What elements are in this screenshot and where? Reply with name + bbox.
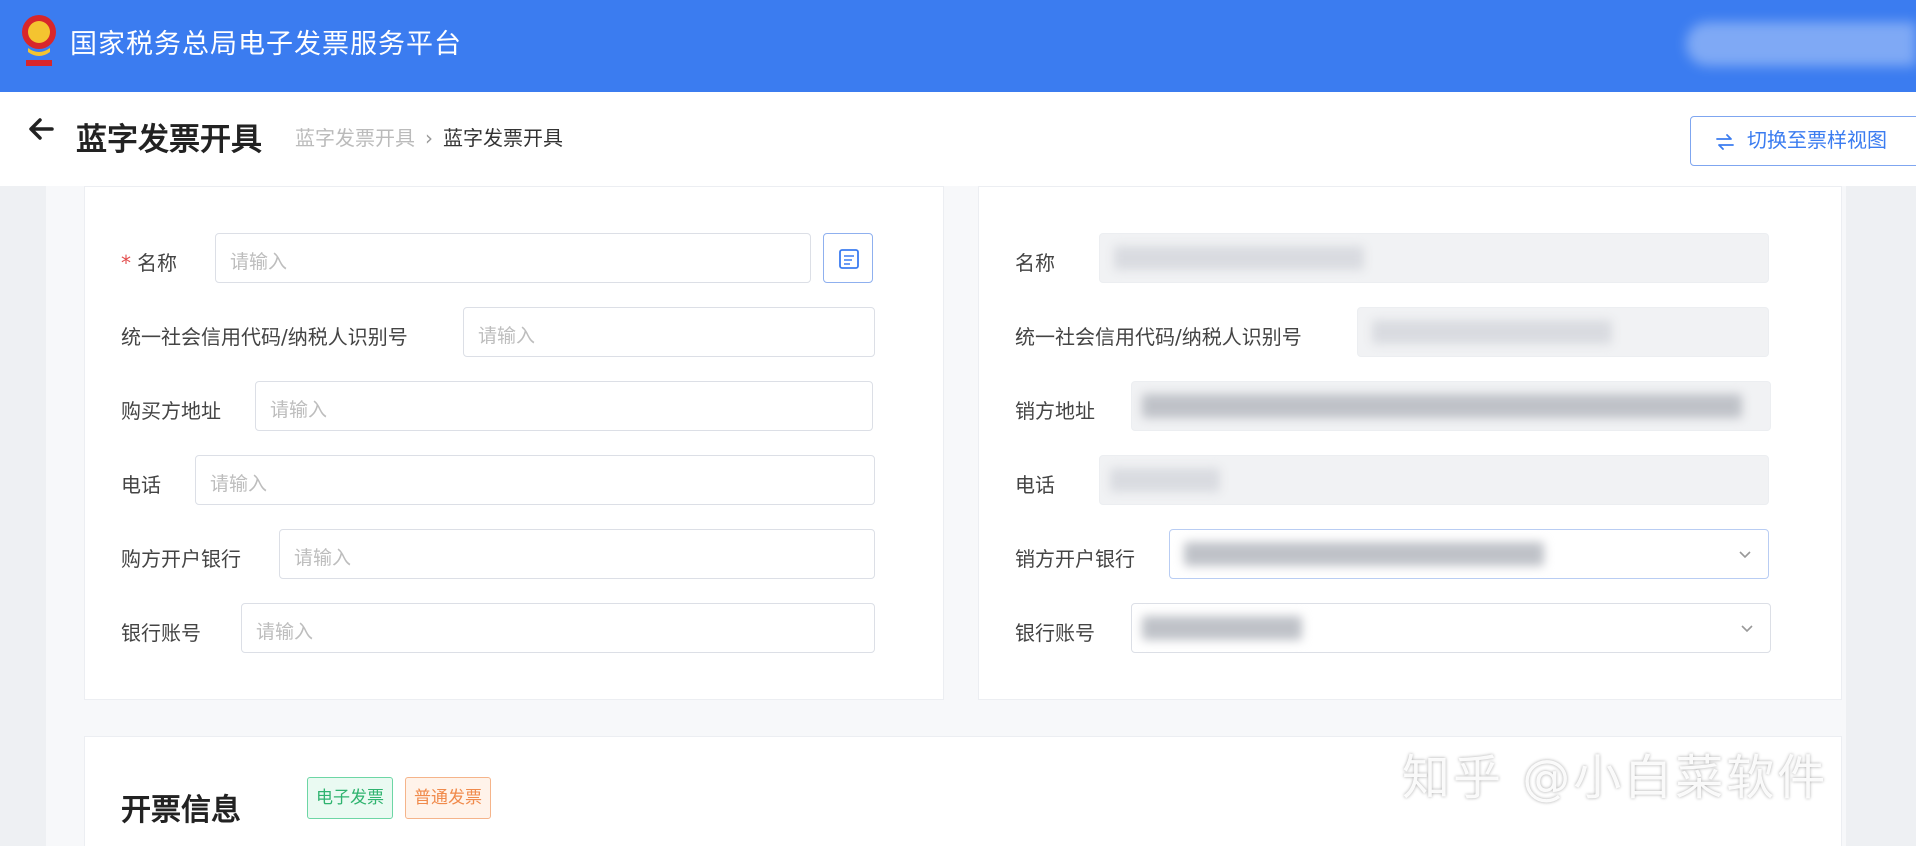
- page-header: 蓝字发票开具 蓝字发票开具 › 蓝字发票开具 切换至票样视图: [0, 92, 1916, 186]
- buyer-address-input[interactable]: 请输入: [255, 381, 873, 431]
- seller-name-input: [1099, 233, 1769, 283]
- chevron-down-icon: [1741, 625, 1753, 633]
- book-icon: [839, 249, 859, 269]
- emblem-icon: [22, 15, 56, 66]
- required-mark: *: [121, 251, 131, 275]
- back-arrow-icon[interactable]: [26, 114, 56, 144]
- seller-phone-label: 电话: [1015, 473, 1055, 497]
- buyer-taxid-input[interactable]: 请输入: [463, 307, 875, 357]
- tag-electronic-invoice: 电子发票: [307, 777, 393, 819]
- app-title: 国家税务总局电子发票服务平台: [70, 29, 462, 60]
- buyer-address-label: 购买方地址: [121, 399, 221, 423]
- seller-phone-input: [1099, 455, 1769, 505]
- chevron-down-icon: [1739, 551, 1751, 559]
- section-title: 开票信息: [121, 793, 241, 828]
- seller-card: 名称 统一社会信用代码/纳税人识别号 销方地址 电话 销方开户银行 银行账号: [978, 186, 1842, 700]
- switch-view-button[interactable]: 切换至票样视图: [1690, 116, 1916, 166]
- seller-account-select[interactable]: [1131, 603, 1771, 653]
- breadcrumb: 蓝字发票开具 › 蓝字发票开具: [295, 122, 563, 151]
- blurred-value: [1110, 468, 1220, 492]
- seller-taxid-label: 统一社会信用代码/纳税人识别号: [1015, 325, 1302, 349]
- buyer-bank-input[interactable]: 请输入: [279, 529, 875, 579]
- tag-normal-invoice: 普通发票: [405, 777, 491, 819]
- breadcrumb-separator: ›: [425, 126, 433, 150]
- buyer-account-label: 银行账号: [121, 621, 201, 645]
- seller-name-label: 名称: [1015, 251, 1055, 275]
- blurred-value: [1114, 246, 1364, 270]
- blurred-value: [1184, 542, 1544, 566]
- seller-bank-label: 销方开户银行: [1015, 547, 1135, 571]
- blurred-value: [1142, 616, 1302, 640]
- user-info[interactable]: [1686, 22, 1916, 66]
- seller-account-label: 银行账号: [1015, 621, 1095, 645]
- seller-taxid-input: [1357, 307, 1769, 357]
- buyer-phone-input[interactable]: 请输入: [195, 455, 875, 505]
- blurred-value: [1372, 320, 1612, 344]
- breadcrumb-item[interactable]: 蓝字发票开具: [295, 126, 415, 150]
- buyer-bank-label: 购方开户银行: [121, 547, 241, 571]
- buyer-name-input[interactable]: 请输入: [215, 233, 811, 283]
- seller-address-input: [1131, 381, 1771, 431]
- breadcrumb-current: 蓝字发票开具: [443, 126, 563, 150]
- buyer-name-label: 名称: [137, 251, 177, 275]
- watermark: 知乎 @小白菜软件: [1402, 750, 1829, 806]
- seller-bank-select[interactable]: [1169, 529, 1769, 579]
- switch-view-label: 切换至票样视图: [1747, 128, 1887, 152]
- buyer-account-input[interactable]: 请输入: [241, 603, 875, 653]
- buyer-phone-label: 电话: [121, 473, 161, 497]
- buyer-taxid-label: 统一社会信用代码/纳税人识别号: [121, 325, 408, 349]
- top-bar: 国家税务总局电子发票服务平台: [0, 0, 1916, 92]
- seller-address-label: 销方地址: [1015, 399, 1095, 423]
- buyer-card: * 名称 请输入 统一社会信用代码/纳税人识别号 请输入 购买方地址 请输入 电话…: [84, 186, 944, 700]
- blurred-value: [1142, 394, 1742, 418]
- swap-icon: [1716, 133, 1734, 150]
- page-title: 蓝字发票开具: [76, 122, 262, 158]
- buyer-lookup-button[interactable]: [823, 233, 873, 283]
